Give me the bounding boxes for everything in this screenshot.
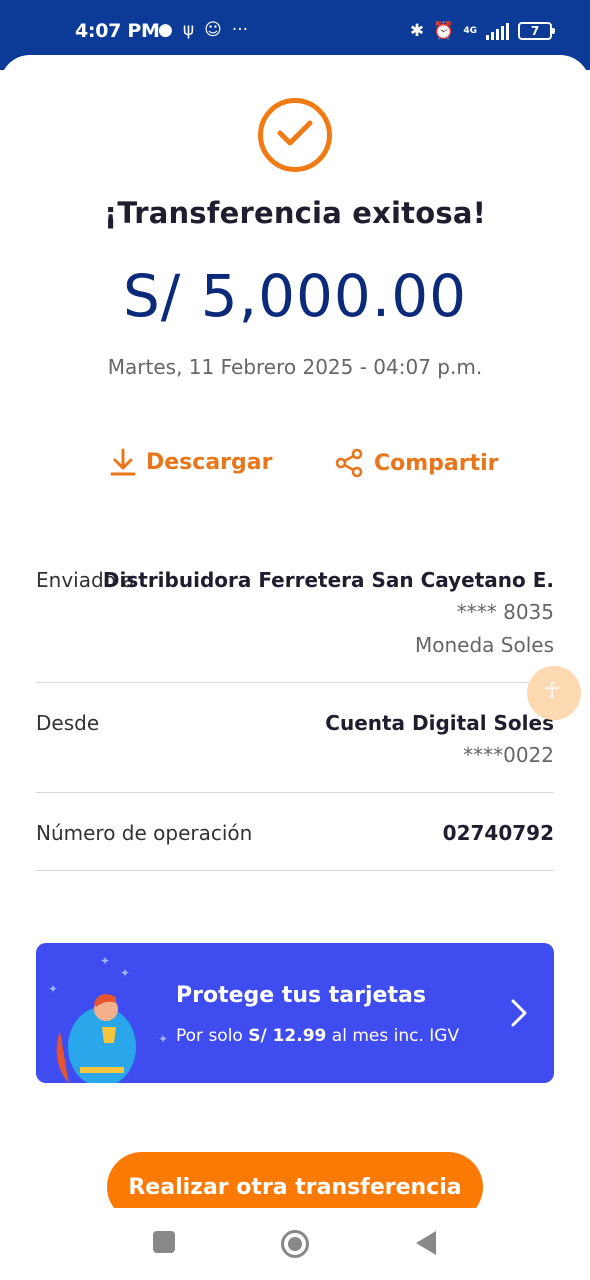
bluetooth-icon: ✱ xyxy=(409,21,425,41)
receipt-sheet xyxy=(0,55,590,1280)
share-icon xyxy=(335,448,363,478)
chat-icon: ● xyxy=(158,20,173,40)
divider xyxy=(36,870,554,871)
back-nav-icon[interactable] xyxy=(415,1230,437,1256)
fork-icon: ψ xyxy=(182,20,195,40)
promo-subtitle: Por solo S/ 12.99 al mes inc. IGV xyxy=(176,1026,459,1046)
signal-icon xyxy=(486,22,509,40)
chevron-right-icon xyxy=(511,999,527,1027)
recipient-account: **** 8035 xyxy=(456,600,554,624)
home-nav-icon[interactable] xyxy=(280,1229,310,1259)
download-button[interactable]: Descargar xyxy=(110,448,272,476)
battery-level: 7 xyxy=(530,24,540,38)
notification-icons: ● ψ ☺ ··· xyxy=(158,20,248,40)
download-icon xyxy=(110,448,136,476)
source-account-number: ****0022 xyxy=(463,743,554,767)
promo-banner[interactable]: ✦ ✦ ✦ ✦ Protege tus tarjetas Por solo S/… xyxy=(36,943,554,1083)
divider xyxy=(36,792,554,793)
success-check-icon xyxy=(258,98,332,172)
status-time: 4:07 PM xyxy=(75,20,160,42)
accessibility-button[interactable]: ☥ xyxy=(527,666,581,720)
more-icon: ··· xyxy=(231,20,249,40)
operation-number-label: Número de operación xyxy=(36,821,253,845)
status-icons: ✱ ⏰ 4G 7 xyxy=(409,21,555,41)
source-account-name: Cuenta Digital Soles xyxy=(325,711,554,735)
svg-text:✦: ✦ xyxy=(48,982,58,996)
operation-number: 02740792 xyxy=(442,821,554,845)
android-nav-bar xyxy=(0,1208,590,1280)
accessibility-icon: ☥ xyxy=(544,679,561,704)
svg-text:✦: ✦ xyxy=(100,954,110,968)
promo-sub-suffix: al mes inc. IGV xyxy=(326,1026,460,1046)
battery-icon: 7 xyxy=(518,22,555,40)
recipient-currency: Moneda Soles xyxy=(415,633,554,657)
recipient-name: Distribuidora Ferretera San Cayetano E. xyxy=(102,568,554,592)
download-label: Descargar xyxy=(146,449,273,475)
promo-price: S/ 12.99 xyxy=(248,1026,327,1046)
from-label: Desde xyxy=(36,711,100,735)
network-type: 4G xyxy=(463,25,477,36)
transfer-datetime: Martes, 11 Febrero 2025 - 04:07 p.m. xyxy=(107,355,483,379)
recents-nav-icon[interactable] xyxy=(152,1230,176,1254)
alarm-icon: ⏰ xyxy=(433,21,455,41)
divider xyxy=(36,682,554,683)
promo-sub-prefix: Por solo xyxy=(176,1026,249,1046)
svg-text:✦: ✦ xyxy=(158,1032,168,1046)
share-label: Compartir xyxy=(374,450,499,476)
svg-text:✦: ✦ xyxy=(120,966,130,980)
promo-title: Protege tus tarjetas xyxy=(176,983,426,1008)
page-title: ¡Transferencia exitosa! xyxy=(103,196,487,230)
share-button[interactable]: Compartir xyxy=(334,448,499,478)
transfer-amount: S/ 5,000.00 xyxy=(122,262,468,330)
superhero-illustration: ✦ ✦ ✦ ✦ xyxy=(48,954,168,1083)
app-icon: ☺ xyxy=(204,20,222,40)
